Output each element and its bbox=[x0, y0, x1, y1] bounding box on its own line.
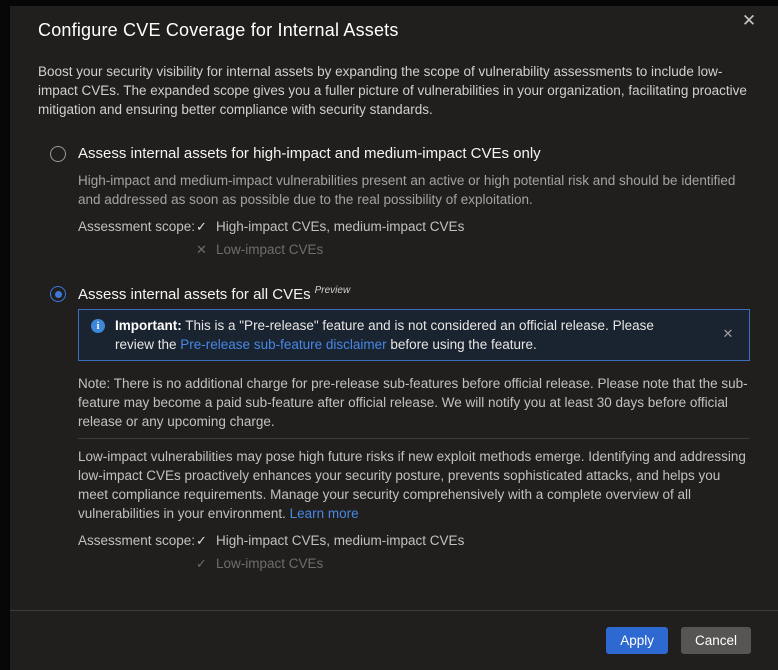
learn-more-link[interactable]: Learn more bbox=[290, 506, 359, 521]
x-icon: ✕ bbox=[196, 242, 216, 258]
banner-dismiss-icon[interactable]: ✕ bbox=[717, 323, 739, 345]
cancel-button[interactable]: Cancel bbox=[681, 627, 751, 654]
intro-text: Boost your security visibility for inter… bbox=[38, 62, 750, 119]
scope-row: ✓ High-impact CVEs, medium-impact CVEs bbox=[196, 219, 464, 235]
details-body: Low-impact vulnerabilities may pose high… bbox=[78, 449, 746, 521]
info-icon: i bbox=[91, 319, 105, 333]
dialog-title: Configure CVE Coverage for Internal Asse… bbox=[38, 20, 750, 41]
banner-text-after-link: before using the feature. bbox=[387, 337, 537, 352]
scope-text: Low-impact CVEs bbox=[216, 242, 323, 257]
dialog-header: Configure CVE Coverage for Internal Asse… bbox=[38, 6, 750, 41]
close-icon[interactable]: ✕ bbox=[734, 6, 764, 36]
apply-button[interactable]: Apply bbox=[606, 627, 668, 654]
dialog-footer: Apply Cancel bbox=[10, 610, 778, 670]
scope-row: ✓ Low-impact CVEs bbox=[196, 556, 464, 572]
assessment-scope: Assessment scope: ✓ High-impact CVEs, me… bbox=[78, 533, 750, 572]
check-icon: ✓ bbox=[196, 556, 216, 572]
scope-row: ✕ Low-impact CVEs bbox=[196, 242, 464, 258]
note-text: Note: There is no additional charge for … bbox=[78, 374, 750, 431]
scope-label: Assessment scope: bbox=[78, 219, 196, 258]
scope-text: Low-impact CVEs bbox=[216, 556, 323, 571]
banner-text: Important: This is a "Pre-release" featu… bbox=[115, 316, 717, 354]
configure-cve-coverage-dialog: Configure CVE Coverage for Internal Asse… bbox=[10, 6, 778, 670]
check-icon: ✓ bbox=[196, 219, 216, 235]
option-label[interactable]: Assess internal assets for high-impact a… bbox=[78, 145, 541, 162]
prerelease-banner: i Important: This is a "Pre-release" fea… bbox=[78, 309, 750, 361]
scope-text: High-impact CVEs, medium-impact CVEs bbox=[216, 219, 464, 234]
scope-row: ✓ High-impact CVEs, medium-impact CVEs bbox=[196, 533, 464, 549]
section-divider bbox=[78, 438, 750, 439]
check-icon: ✓ bbox=[196, 533, 216, 549]
option-label[interactable]: Assess internal assets for all CVEs Previ… bbox=[78, 285, 350, 303]
details-text: Low-impact vulnerabilities may pose high… bbox=[78, 447, 750, 523]
option-all-cves: Assess internal assets for all CVEs Previ… bbox=[38, 285, 750, 572]
option-description: High-impact and medium-impact vulnerabil… bbox=[78, 171, 750, 209]
prerelease-disclaimer-link[interactable]: Pre-release sub-feature disclaimer bbox=[180, 337, 386, 352]
radio-all-cves[interactable] bbox=[50, 286, 66, 302]
option-label-text: Assess internal assets for all CVEs bbox=[78, 286, 311, 303]
option-high-medium-only: Assess internal assets for high-impact a… bbox=[38, 145, 750, 258]
radio-high-medium-only[interactable] bbox=[50, 146, 66, 162]
scope-label: Assessment scope: bbox=[78, 533, 196, 572]
banner-bold-text: Important: bbox=[115, 318, 182, 333]
preview-badge: Preview bbox=[315, 285, 351, 296]
scope-text: High-impact CVEs, medium-impact CVEs bbox=[216, 533, 464, 548]
assessment-scope: Assessment scope: ✓ High-impact CVEs, me… bbox=[78, 219, 750, 258]
